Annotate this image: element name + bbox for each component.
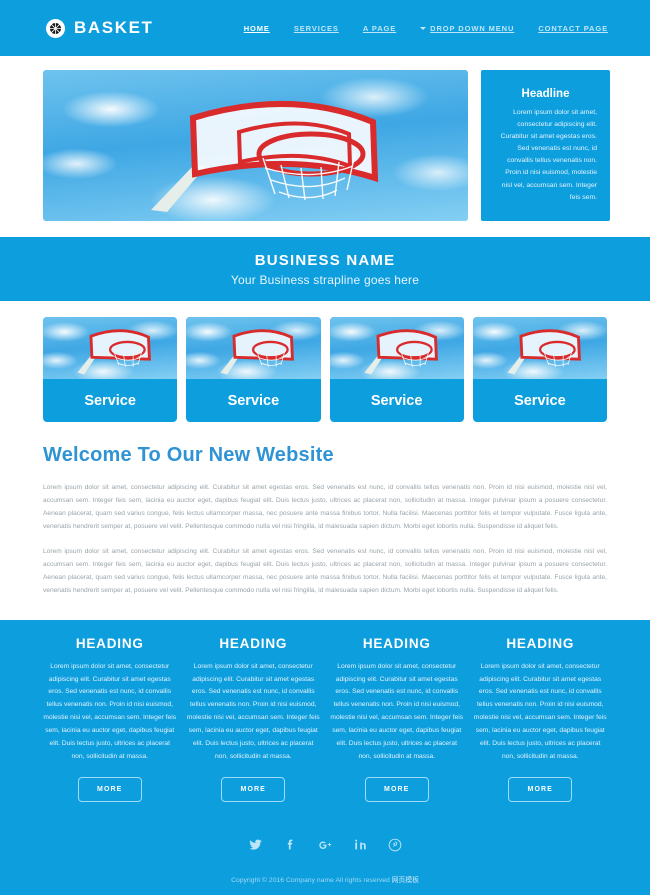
column-title: HEADING — [219, 635, 288, 651]
more-button[interactable]: MORE — [364, 776, 429, 802]
copyright-text: Copyright © 2016 Company name All rights… — [0, 862, 650, 895]
welcome-section: Welcome To Our New Website Lorem ipsum d… — [0, 422, 650, 598]
hero-image — [43, 70, 468, 221]
column-title: HEADING — [362, 635, 431, 651]
credit-link[interactable]: 网页模板 — [392, 877, 419, 884]
services-section: Service Service Service Service — [0, 301, 650, 422]
hero-sidebar-title: Headline — [521, 88, 570, 100]
service-image — [186, 317, 321, 379]
column-text: Lorem ipsum dolor sit amet, consectetur … — [43, 662, 177, 760]
column-title: HEADING — [506, 635, 575, 651]
hero-sidebar-text: Lorem ipsum dolor sit amet, consectetur … — [500, 109, 597, 201]
hero-section: Headline Lorem ipsum dolor sit amet, con… — [0, 56, 650, 237]
column-text: Lorem ipsum dolor sit amet, consectetur … — [186, 662, 320, 760]
nav-item-label: CONTACT PAGE — [538, 23, 608, 33]
site-footer: Copyright © 2016 Company name All rights… — [0, 823, 650, 895]
twitter-icon[interactable] — [248, 837, 263, 852]
service-image — [43, 317, 178, 379]
page-root: BASKET HOME SERVICES A PAGE DROP DOWN ME… — [0, 0, 650, 895]
nav-item-label: SERVICES — [293, 23, 339, 33]
column-text: Lorem ipsum dolor sit amet, consectetur … — [330, 662, 464, 760]
heading-column: HEADING Lorem ipsum dolor sit amet, cons… — [474, 636, 608, 802]
google-plus-icon[interactable] — [318, 837, 333, 852]
more-button-wrap: MORE — [330, 776, 464, 802]
heading-column: HEADING Lorem ipsum dolor sit amet, cons… — [330, 636, 464, 802]
copyright-label: Copyright © 2016 Company name All rights… — [231, 876, 390, 884]
nav-item-drop-down-menu[interactable]: DROP DOWN MENU — [420, 24, 514, 33]
brand[interactable]: BASKET — [46, 18, 154, 38]
service-label: Service — [370, 392, 423, 409]
social-links — [0, 828, 650, 862]
column-text: Lorem ipsum dolor sit amet, consectetur … — [473, 662, 607, 760]
more-button-wrap: MORE — [474, 776, 608, 802]
linkedin-icon[interactable] — [353, 837, 368, 852]
business-band: BUSINESS NAME Your Business strapline go… — [0, 237, 650, 301]
service-image — [472, 317, 607, 379]
nav-item-label: DROP DOWN MENU — [430, 23, 515, 33]
heading-columns-section: HEADING Lorem ipsum dolor sit amet, cons… — [0, 619, 650, 824]
nav-item-label: A PAGE — [362, 23, 397, 33]
main-nav: HOME SERVICES A PAGE DROP DOWN MENU CONT… — [244, 24, 608, 33]
nav-item-a-page[interactable]: A PAGE — [363, 24, 396, 33]
nav-item-services[interactable]: SERVICES — [294, 24, 339, 33]
service-card[interactable]: Service — [43, 317, 178, 422]
more-button[interactable]: MORE — [221, 776, 286, 802]
nav-item-home[interactable]: HOME — [244, 24, 270, 33]
pinterest-icon[interactable] — [388, 837, 403, 852]
heading-column: HEADING Lorem ipsum dolor sit amet, cons… — [43, 636, 177, 802]
nav-item-label: HOME — [243, 23, 270, 33]
site-header: BASKET HOME SERVICES A PAGE DROP DOWN ME… — [0, 0, 650, 56]
welcome-paragraph-2: Lorem ipsum dolor sit amet, consectetur … — [43, 548, 607, 594]
more-button-wrap: MORE — [187, 776, 321, 802]
nav-item-contact-page[interactable]: CONTACT PAGE — [538, 24, 608, 33]
brand-name: BASKET — [74, 18, 154, 37]
column-title: HEADING — [75, 635, 144, 651]
more-button[interactable]: MORE — [77, 776, 142, 802]
business-name: BUSINESS NAME — [254, 251, 396, 269]
service-image — [329, 317, 464, 379]
chevron-down-icon — [420, 26, 427, 30]
service-label: Service — [514, 392, 566, 409]
business-strapline: Your Business strapline goes here — [230, 272, 420, 287]
service-card[interactable]: Service — [329, 317, 464, 422]
facebook-icon[interactable] — [283, 837, 298, 852]
more-button[interactable]: MORE — [508, 776, 573, 802]
service-card[interactable]: Service — [472, 317, 607, 422]
hero-sidebar-panel: Headline Lorem ipsum dolor sit amet, con… — [481, 70, 610, 221]
basketball-icon — [46, 18, 65, 38]
service-card[interactable]: Service — [186, 317, 321, 422]
service-label: Service — [227, 392, 280, 409]
welcome-paragraph-1: Lorem ipsum dolor sit amet, consectetur … — [43, 484, 607, 530]
page-title: Welcome To Our New Website — [43, 444, 334, 466]
heading-column: HEADING Lorem ipsum dolor sit amet, cons… — [187, 636, 321, 802]
more-button-wrap: MORE — [43, 776, 177, 802]
service-label: Service — [84, 392, 136, 409]
